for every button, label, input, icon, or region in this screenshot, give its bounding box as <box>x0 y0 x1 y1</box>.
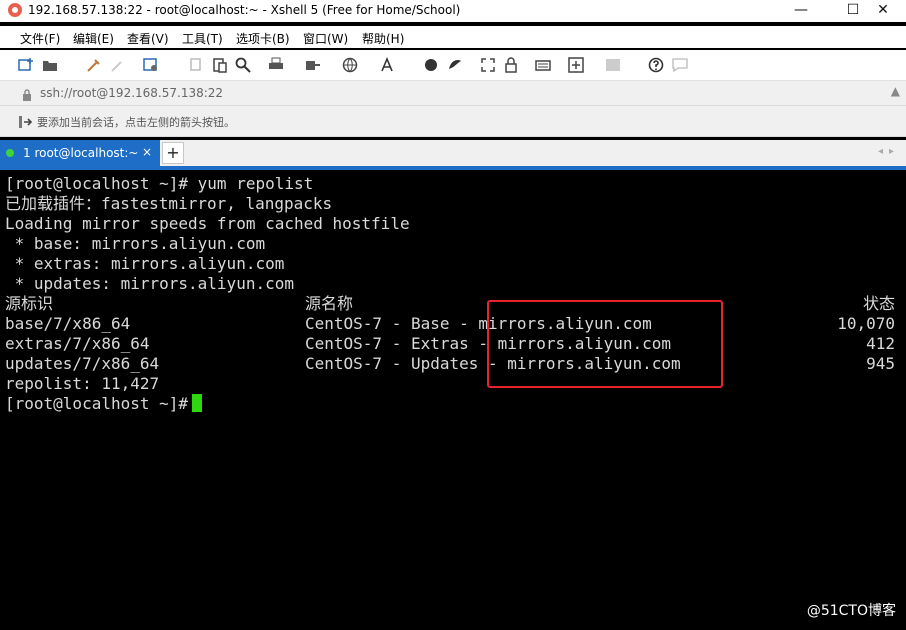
repo-status-cell: 412 <box>866 334 895 353</box>
print-icon[interactable] <box>268 57 284 73</box>
xftp-icon[interactable] <box>447 57 463 73</box>
open-folder-icon[interactable] <box>42 57 58 73</box>
connect-icon[interactable] <box>86 57 102 73</box>
repo-id-cell: base/7/x86_64 <box>5 314 131 333</box>
repo-status-cell: 945 <box>866 354 895 373</box>
fullscreen-icon[interactable] <box>480 57 496 73</box>
title-bar: 192.168.57.138:22 - root@localhost:~ - X… <box>0 0 906 22</box>
menu-window[interactable]: 窗口(W) <box>303 30 348 47</box>
add-session-arrow-icon[interactable] <box>18 114 33 128</box>
lock-screen-icon[interactable] <box>503 57 519 73</box>
new-session-icon[interactable] <box>18 57 34 73</box>
properties-icon[interactable] <box>143 57 159 73</box>
keyboard-icon[interactable] <box>535 57 551 73</box>
menu-help[interactable]: 帮助(H) <box>362 30 404 47</box>
font-icon[interactable] <box>380 57 396 73</box>
terminal-line: [root@localhost ~]# yum repolist <box>5 174 314 193</box>
transfer-icon[interactable] <box>305 57 321 73</box>
shell-prompt: [root@localhost ~]# <box>5 394 189 413</box>
globe-icon[interactable] <box>342 57 358 73</box>
tab-close-icon[interactable]: × <box>142 145 152 159</box>
annotation-highlight-box <box>487 300 723 388</box>
repo-id-cell: extras/7/x86_64 <box>5 334 150 353</box>
terminal-line: 已加载插件：fastestmirror, langpacks <box>5 194 333 213</box>
hint-text: 要添加当前会话，点击左侧的箭头按钮。 <box>37 116 235 129</box>
address-bar: ssh://root@192.168.57.138:22 ▲ <box>0 81 906 106</box>
menu-file[interactable]: 文件(F) <box>20 30 60 47</box>
tab-bar: 1 root@localhost:~ × + ◂▸ <box>0 140 906 166</box>
repo-id-cell: updates/7/x86_64 <box>5 354 160 373</box>
menu-tools[interactable]: 工具(T) <box>182 30 223 47</box>
repolist-summary: repolist: 11,427 <box>5 374 160 393</box>
minimize-button[interactable]: — <box>778 0 824 22</box>
repo-status-header: 状态 <box>862 294 895 313</box>
repo-status-cell: 10,070 <box>837 314 895 333</box>
terminal-line: * updates: mirrors.aliyun.com <box>5 274 294 293</box>
menu-tabs[interactable]: 选项卡(B) <box>236 30 290 47</box>
copy-icon[interactable] <box>188 57 204 73</box>
tab-root-localhost[interactable]: 1 root@localhost:~ × <box>0 140 160 166</box>
close-button[interactable]: ✕ <box>860 0 906 22</box>
help-icon[interactable] <box>648 57 664 73</box>
terminal-line: * base: mirrors.aliyun.com <box>5 234 266 253</box>
window-title: 192.168.57.138:22 - root@localhost:~ - X… <box>28 3 461 17</box>
chat-icon[interactable] <box>672 57 688 73</box>
repo-id-header: 源标识 <box>5 294 54 313</box>
add-icon[interactable] <box>568 57 584 73</box>
new-tab-button[interactable]: + <box>162 142 184 164</box>
terminal-line: * extras: mirrors.aliyun.com <box>5 254 285 273</box>
paste-icon[interactable] <box>212 57 228 73</box>
lock-icon <box>22 86 32 101</box>
tab-label: 1 root@localhost:~ <box>23 146 139 160</box>
layout-icon[interactable] <box>605 57 621 73</box>
connected-status-icon <box>6 149 14 157</box>
repo-name-header: 源名称 <box>305 294 354 313</box>
script-icon[interactable] <box>423 57 439 73</box>
menu-edit[interactable]: 编辑(E) <box>73 30 114 47</box>
session-address[interactable]: ssh://root@192.168.57.138:22 <box>40 86 223 100</box>
tab-scroll-arrows-icon[interactable]: ◂▸ <box>878 146 900 157</box>
toolbar <box>0 50 906 81</box>
find-icon[interactable] <box>235 57 251 73</box>
hint-bar: 要添加当前会话，点击左侧的箭头按钮。 <box>0 106 906 137</box>
watermark: @51CTO博客 <box>806 603 896 619</box>
terminal-line: Loading mirror speeds from cached hostfi… <box>5 214 410 233</box>
address-collapse-icon[interactable]: ▲ <box>891 84 900 98</box>
xshell-app-icon <box>8 3 22 17</box>
shell-prompt-line[interactable]: [root@localhost ~]# <box>5 394 203 414</box>
terminal-cursor <box>192 394 203 412</box>
menu-bar: 文件(F) 编辑(E) 查看(V) 工具(T) 选项卡(B) 窗口(W) 帮助(… <box>0 26 906 48</box>
menu-view[interactable]: 查看(V) <box>127 30 169 47</box>
disconnect-icon[interactable] <box>110 57 126 73</box>
